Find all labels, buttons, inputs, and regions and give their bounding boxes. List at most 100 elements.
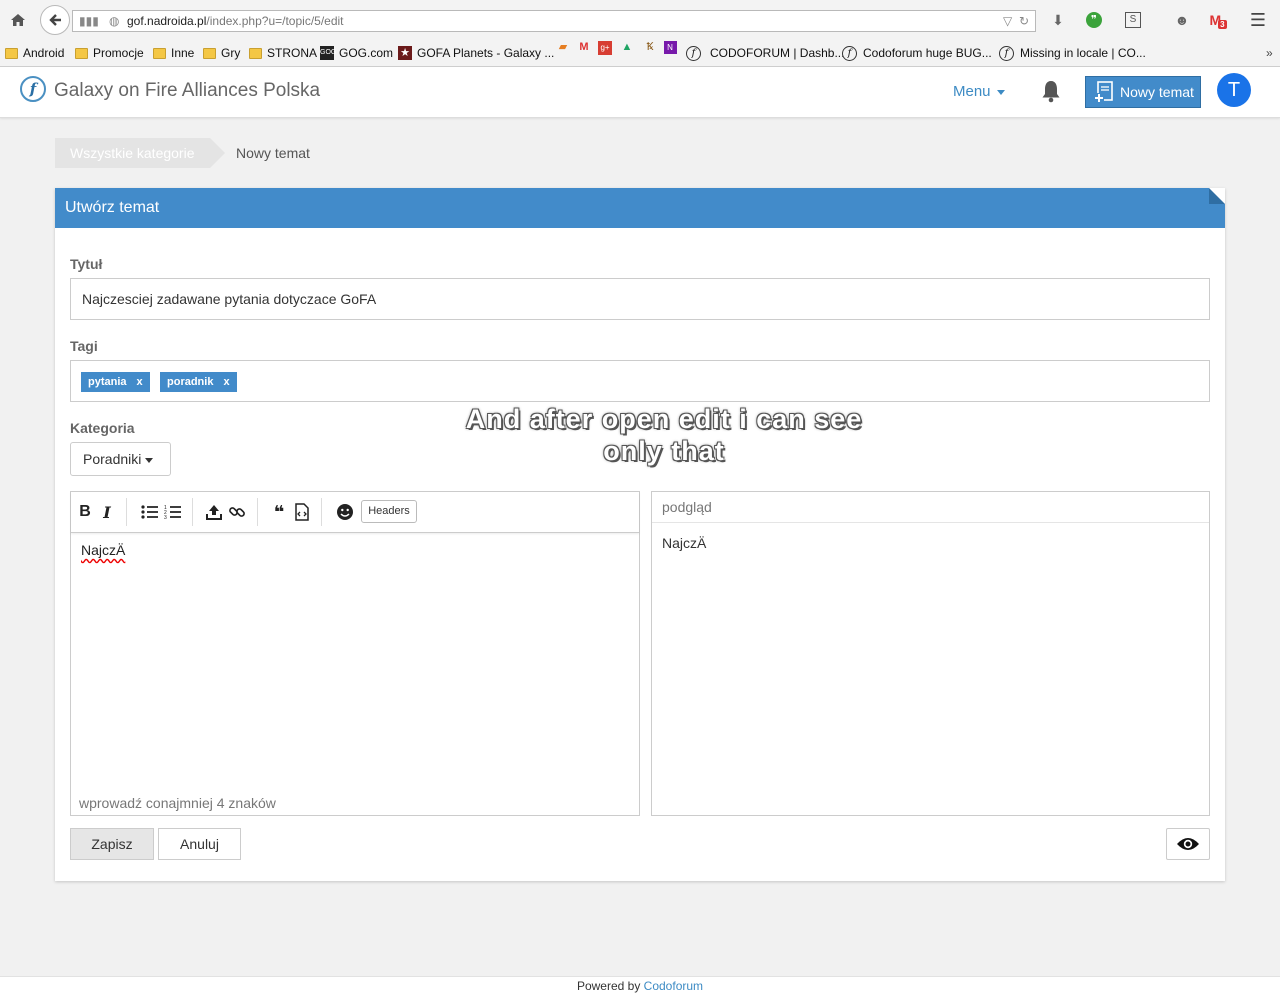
chart-icon[interactable]: ▰ — [556, 40, 570, 54]
bookmark-label: GOG.com — [339, 46, 394, 60]
folder-icon — [75, 47, 88, 59]
onenote-icon[interactable]: N — [663, 40, 677, 54]
s-extension-icon[interactable]: S — [1124, 11, 1142, 29]
quote-icon[interactable]: ❝ — [269, 502, 289, 522]
italic-icon[interactable]: I — [97, 502, 117, 522]
home-icon[interactable] — [6, 8, 30, 32]
bookmarks-bar: Android Promocje Inne Gry STRONA GOG GOG.… — [0, 40, 1280, 67]
category-dropdown[interactable]: Poradniki — [70, 442, 171, 476]
bookmark-codoforum-dashboard[interactable]: f CODOFORUM | Dashb... — [686, 40, 844, 66]
codoforum-icon: f — [999, 45, 1014, 61]
url-domain: gof.nadroida.pl — [127, 14, 207, 28]
new-topic-button[interactable]: Nowy temat — [1085, 76, 1201, 108]
breadcrumb-current: Nowy temat — [236, 145, 310, 161]
powered-by-text: Powered by — [576, 979, 641, 993]
panel-title: Utwórz temat — [55, 188, 1225, 228]
site-header: f Galaxy on Fire Alliances Polska Menu N… — [0, 67, 1280, 118]
bookmark-inne[interactable]: Inne — [153, 40, 194, 66]
codoforum-logo-icon[interactable]: f — [20, 76, 46, 102]
chat-icon[interactable]: ☻ — [1173, 11, 1191, 29]
codoforum-link[interactable]: Codoforum — [644, 979, 703, 993]
tags-input[interactable] — [70, 360, 1210, 402]
editor-toolbar: B I 123 ❝ Headers — [71, 492, 639, 533]
folder-icon — [5, 47, 18, 59]
bookmark-promocje[interactable]: Promocje — [75, 40, 144, 66]
caret-down-icon — [145, 457, 154, 463]
gmail-icon[interactable]: M3 — [1209, 11, 1227, 29]
toolbar-divider — [126, 498, 127, 526]
bookmark-missing-locale[interactable]: f Missing in locale | CO... — [999, 40, 1146, 66]
gmail-bookmark-icon[interactable]: M — [577, 40, 591, 54]
bookmark-label: Gry — [221, 46, 241, 60]
arrow-left-icon — [49, 14, 61, 26]
figure-icon[interactable]: Ꝅ — [643, 40, 657, 54]
toolbar-divider — [192, 498, 193, 526]
bell-icon[interactable] — [1040, 79, 1062, 103]
site-title[interactable]: Galaxy on Fire Alliances Polska — [54, 80, 320, 102]
quotes-extension-icon[interactable]: ❞ — [1085, 11, 1103, 29]
google-plus-icon[interactable]: g+ — [598, 40, 612, 55]
code-icon[interactable] — [292, 502, 312, 522]
tag-label: poradnik — [167, 376, 214, 388]
bookmark-gog[interactable]: GOG GOG.com — [320, 40, 393, 66]
markdown-editor: B I 123 ❝ Headers NajczÄ wprowadź conajm… — [70, 491, 640, 816]
title-label: Tytuł — [70, 256, 103, 272]
browser-toolbar: ▮▮▮ ◍ gof.nadroida.pl/index.php?u=/topic… — [0, 0, 1280, 40]
preview-title: podgląd — [652, 492, 1209, 523]
bullet-list-icon[interactable] — [140, 502, 160, 522]
tag-label: pytania — [88, 376, 127, 388]
cancel-button[interactable]: Anuluj — [158, 828, 241, 860]
bookmark-label: Inne — [171, 46, 195, 60]
tag-remove-button[interactable]: x — [137, 376, 143, 388]
editor-content[interactable]: NajczÄ — [81, 542, 125, 558]
bookmark-gofa-planets[interactable]: ★ GOFA Planets - Galaxy ... — [398, 40, 554, 66]
toolbar-divider — [257, 498, 258, 526]
svg-text:3: 3 — [164, 515, 167, 520]
download-icon[interactable]: ⬇ — [1049, 11, 1067, 29]
url-text: gof.nadroida.pl/index.php?u=/topic/5/edi… — [127, 11, 344, 31]
gmail-badge: 3 — [1218, 19, 1227, 29]
editor-hint: wprowadź conajmniej 4 znaków — [79, 795, 276, 811]
google-drive-icon[interactable]: ▲ — [620, 40, 634, 54]
history-icon: ▮▮▮ — [79, 14, 99, 28]
upload-icon[interactable] — [204, 502, 224, 522]
tags-label: Tagi — [70, 338, 98, 354]
bookmark-label: Codoforum huge BUG... — [863, 46, 992, 60]
headers-button[interactable]: Headers — [361, 500, 417, 523]
bookmarks-overflow-icon[interactable]: » — [1266, 40, 1273, 66]
folder-icon — [203, 47, 216, 59]
new-topic-label: Nowy temat — [1120, 84, 1194, 100]
link-icon[interactable] — [227, 502, 247, 522]
dropdown-icon[interactable]: ▽ — [1003, 11, 1012, 31]
bookmark-gry[interactable]: Gry — [203, 40, 240, 66]
gog-icon: GOG — [320, 46, 336, 60]
annotation-line-2: only that — [603, 436, 725, 466]
reload-icon[interactable]: ↻ — [1019, 11, 1029, 31]
bookmark-label: CODOFORUM | Dashb... — [710, 46, 845, 60]
save-button[interactable]: Zapisz — [70, 828, 154, 860]
bookmark-strona[interactable]: STRONA — [249, 40, 317, 66]
folder-icon — [153, 47, 166, 59]
numbered-list-icon[interactable]: 123 — [163, 502, 183, 522]
bookmark-android[interactable]: Android — [5, 40, 64, 66]
new-document-icon — [1094, 81, 1113, 103]
avatar[interactable]: T — [1217, 73, 1251, 107]
globe-icon: ◍ — [109, 14, 120, 28]
emoji-icon[interactable] — [335, 502, 355, 522]
hamburger-menu-icon[interactable]: ☰ — [1249, 10, 1267, 30]
back-button[interactable] — [40, 5, 70, 35]
breadcrumb-all-categories[interactable]: Wszystkie kategorie — [55, 138, 225, 168]
bookmark-codoforum-bug[interactable]: f Codoforum huge BUG... — [842, 40, 992, 66]
menu-dropdown[interactable]: Menu — [953, 83, 1005, 100]
codoforum-icon: f — [842, 45, 857, 61]
tag-remove-button[interactable]: x — [223, 376, 229, 388]
title-input[interactable]: Najczesciej zadawane pytania dotyczace G… — [70, 278, 1210, 320]
bookmark-label: GOFA Planets - Galaxy ... — [417, 46, 555, 60]
panel-corner-fold — [1209, 188, 1225, 204]
toggle-preview-button[interactable] — [1166, 828, 1210, 860]
url-bar[interactable]: ▮▮▮ ◍ gof.nadroida.pl/index.php?u=/topic… — [72, 10, 1036, 32]
bookmark-label: Missing in locale | CO... — [1020, 46, 1146, 60]
codoforum-icon: f — [686, 45, 701, 61]
bold-icon[interactable]: B — [75, 502, 95, 522]
create-topic-panel: Utwórz temat Tytuł Najczesciej zadawane … — [55, 188, 1225, 881]
